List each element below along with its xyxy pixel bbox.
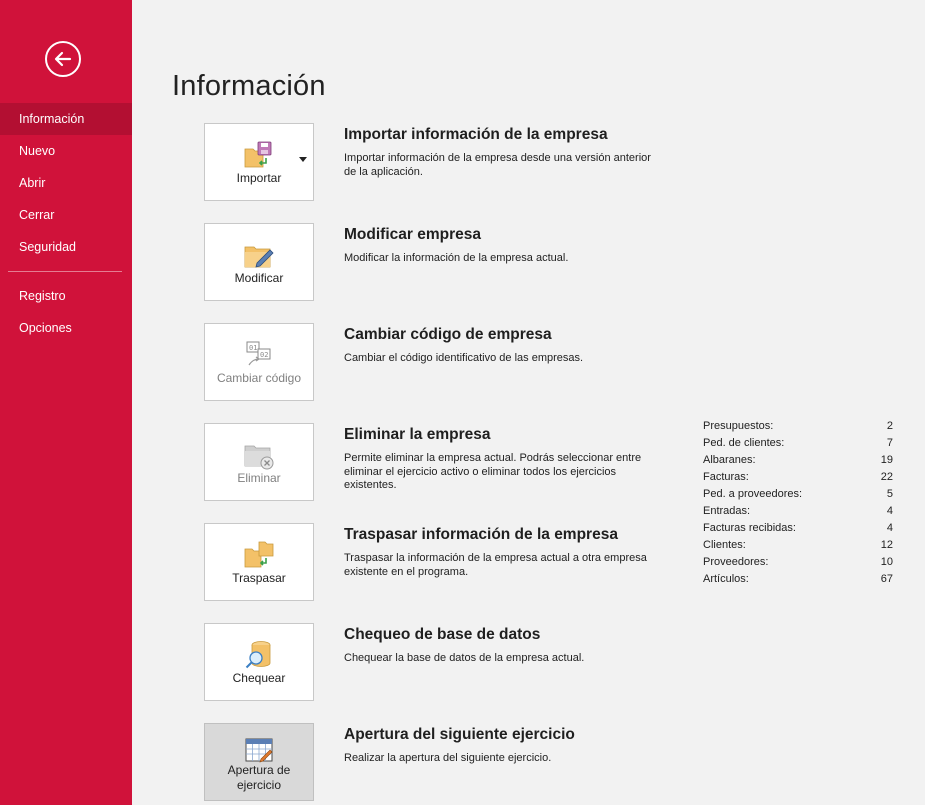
- sidebar: Información Nuevo Abrir Cerrar Seguridad…: [0, 0, 132, 805]
- stat-label: Albaranes:: [703, 454, 756, 466]
- importar-description: Importar información de la empresa desde…: [344, 152, 651, 178]
- stat-value: 67: [880, 573, 893, 585]
- modificar-title: Modificar empresa: [344, 226, 481, 243]
- cambiar-codigo-button[interactable]: 01 02 Cambiar código: [204, 323, 314, 401]
- stat-row: Proveedores: 10: [703, 554, 893, 571]
- traspasar-title: Traspasar información de la empresa: [344, 526, 618, 543]
- eliminar-label: Eliminar: [237, 471, 281, 485]
- stat-value: 19: [880, 454, 893, 466]
- stat-row: Albaranes: 19: [703, 452, 893, 469]
- modificar-button[interactable]: Modificar: [204, 223, 314, 301]
- stat-label: Clientes:: [703, 539, 746, 551]
- apertura-label-line2: ejercicio: [236, 778, 281, 792]
- importar-label: Importar: [236, 171, 282, 185]
- apertura-description: Realizar la apertura del siguiente ejerc…: [344, 752, 552, 764]
- sidebar-item-abrir[interactable]: Abrir: [0, 167, 132, 199]
- stat-value: 5: [886, 488, 893, 500]
- stat-label: Entradas:: [703, 505, 751, 517]
- traspasar-description: Traspasar la información de la empresa a…: [344, 552, 647, 578]
- chequear-label: Chequear: [232, 671, 286, 685]
- eliminar-button[interactable]: Eliminar: [204, 423, 314, 501]
- cambiar-codigo-title: Cambiar código de empresa: [344, 326, 552, 343]
- stat-row: Artículos: 67: [703, 571, 893, 588]
- cambiar-codigo-label: Cambiar código: [216, 371, 302, 385]
- stat-value: 22: [880, 471, 893, 483]
- stat-row: Ped. a proveedores: 5: [703, 486, 893, 503]
- stat-label: Facturas:: [703, 471, 749, 483]
- sidebar-item-informacion[interactable]: Información: [0, 103, 132, 135]
- modificar-description: Modificar la información de la empresa a…: [344, 252, 569, 264]
- importar-title: Importar información de la empresa: [344, 126, 608, 143]
- stat-label: Proveedores:: [703, 556, 769, 568]
- stat-label: Facturas recibidas:: [703, 522, 796, 534]
- chequear-info: Chequeo de base de datos Chequear la bas…: [344, 623, 664, 666]
- cambiar-codigo-description: Cambiar el código identificativo de las …: [344, 352, 584, 364]
- sidebar-nav: Información Nuevo Abrir Cerrar Seguridad…: [0, 103, 132, 344]
- database-check-icon: [245, 641, 271, 669]
- chequear-description: Chequear la base de datos de la empresa …: [344, 652, 585, 664]
- action-row-chequear: Chequear Chequeo de base de datos Cheque…: [204, 623, 664, 701]
- modificar-label: Modificar: [234, 271, 284, 285]
- stat-value: 10: [880, 556, 893, 568]
- stat-value: 4: [886, 505, 893, 517]
- stat-label: Artículos:: [703, 573, 749, 585]
- calendar-icon: [245, 738, 273, 763]
- action-row-eliminar: Eliminar Eliminar la empresa Permite eli…: [204, 423, 664, 501]
- apertura-ejercicio-button[interactable]: Apertura de ejercicio: [204, 723, 314, 801]
- sidebar-item-nuevo[interactable]: Nuevo: [0, 135, 132, 167]
- stat-row: Entradas: 4: [703, 503, 893, 520]
- delete-folder-icon: [244, 445, 274, 470]
- cambiar-codigo-info: Cambiar código de empresa Cambiar el cód…: [344, 323, 664, 366]
- modificar-info: Modificar empresa Modificar la informaci…: [344, 223, 664, 266]
- apertura-title: Apertura del siguiente ejercicio: [344, 726, 575, 743]
- stat-value: 12: [880, 539, 893, 551]
- action-row-apertura: Apertura de ejercicio Apertura del sigui…: [204, 723, 664, 801]
- traspasar-label: Traspasar: [232, 571, 286, 585]
- stat-value: 2: [886, 420, 893, 432]
- sidebar-item-cerrar[interactable]: Cerrar: [0, 199, 132, 231]
- svg-text:01: 01: [249, 344, 257, 352]
- eliminar-description: Permite eliminar la empresa actual. Podr…: [344, 452, 642, 491]
- sidebar-item-seguridad[interactable]: Seguridad: [0, 231, 132, 263]
- traspasar-button[interactable]: Traspasar: [204, 523, 314, 601]
- change-code-icon: 01 02: [246, 341, 271, 366]
- stat-row: Facturas recibidas: 4: [703, 520, 893, 537]
- chevron-down-icon[interactable]: [299, 157, 307, 162]
- importar-button[interactable]: Importar: [204, 123, 314, 201]
- chequear-button[interactable]: Chequear: [204, 623, 314, 701]
- stat-row: Facturas: 22: [703, 469, 893, 486]
- traspasar-info: Traspasar información de la empresa Tras…: [344, 523, 664, 579]
- action-row-importar: Importar Importar información de la empr…: [204, 123, 664, 201]
- page-title: Información: [172, 70, 326, 102]
- company-stats: Presupuestos: 2 Ped. de clientes: 7 Albara…: [703, 418, 893, 588]
- stat-row: Ped. de clientes: 7: [703, 435, 893, 452]
- stat-row: Presupuestos: 2: [703, 418, 893, 435]
- transfer-icon: [244, 541, 274, 568]
- stat-label: Presupuestos:: [703, 420, 774, 432]
- stat-value: 7: [886, 437, 893, 449]
- sidebar-item-registro[interactable]: Registro: [0, 280, 132, 312]
- svg-text:02: 02: [260, 351, 268, 359]
- chequear-title: Chequeo de base de datos: [344, 626, 541, 643]
- eliminar-title: Eliminar la empresa: [344, 426, 491, 443]
- importar-info: Importar información de la empresa Impor…: [344, 123, 664, 179]
- modify-folder-icon: [244, 246, 274, 268]
- stat-value: 4: [886, 522, 893, 534]
- action-row-modificar: Modificar Modificar empresa Modificar la…: [204, 223, 664, 301]
- action-row-cambiar-codigo: 01 02 Cambiar código Cambiar código de e…: [204, 323, 664, 401]
- apertura-info: Apertura del siguiente ejercicio Realiza…: [344, 723, 664, 766]
- stat-label: Ped. a proveedores:: [703, 488, 803, 500]
- sidebar-item-opciones[interactable]: Opciones: [0, 312, 132, 344]
- sidebar-divider: [8, 271, 122, 272]
- stat-row: Clientes: 12: [703, 537, 893, 554]
- back-arrow-icon[interactable]: [45, 41, 81, 77]
- import-icon: [244, 141, 272, 168]
- action-row-traspasar: Traspasar Traspasar información de la em…: [204, 523, 664, 601]
- stat-label: Ped. de clientes:: [703, 437, 785, 449]
- eliminar-info: Eliminar la empresa Permite eliminar la …: [344, 423, 664, 493]
